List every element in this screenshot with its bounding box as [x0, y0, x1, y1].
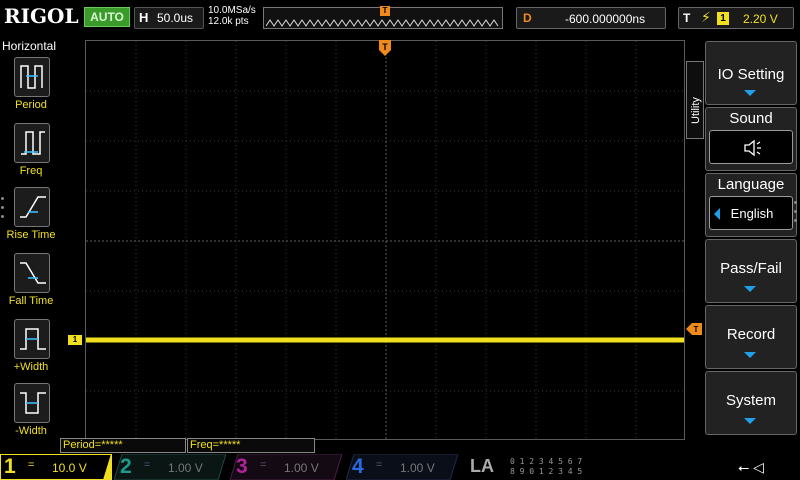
- menu-record[interactable]: Record: [705, 305, 797, 369]
- run-state-button[interactable]: AUTO: [84, 7, 130, 27]
- negative-width-icon: [14, 383, 50, 423]
- measure-positive-width[interactable]: +Width: [2, 319, 60, 383]
- measure-freq-label: Freq: [19, 165, 43, 177]
- ch1-scale: 10.0 V: [52, 461, 87, 475]
- ch4-number: 4: [352, 455, 364, 478]
- pass-fail-label: Pass/Fail: [720, 260, 782, 277]
- measure-period-label: Period: [15, 99, 47, 111]
- speaker-icon: [744, 139, 761, 157]
- language-label: Language: [717, 176, 785, 193]
- ch1-number: 1: [4, 455, 16, 478]
- chevron-down-icon: [744, 286, 756, 292]
- sound-toggle[interactable]: [709, 130, 793, 164]
- utility-tab[interactable]: Utility: [686, 61, 704, 139]
- chevron-down-icon: [744, 352, 756, 358]
- menu-pass-fail[interactable]: Pass/Fail: [705, 239, 797, 303]
- measurement-panel: Horizontal Period Freq Rise Time Fall Ti…: [0, 37, 62, 437]
- ch4-coupling: =: [376, 459, 383, 471]
- trigger-position-marker: T: [380, 6, 390, 16]
- memory-waveform-preview: [266, 19, 499, 27]
- graticule: [86, 41, 684, 439]
- ch3-number: 3: [236, 455, 248, 478]
- top-status-bar: RIGOL AUTO H 50.0us 10.0MSa/s 12.0k pts …: [0, 0, 800, 36]
- freq-result: Freq=*****: [187, 438, 315, 453]
- logic-channel-map: 0 1 2 3 4 5 6 7 8 9 0 1 2 3 4 5: [510, 457, 582, 477]
- ch4-status[interactable]: 4 = 1.00 V: [346, 454, 458, 480]
- svg-text:T: T: [382, 42, 388, 52]
- logic-row-1: 0 1 2 3 4 5 6 7: [510, 457, 583, 466]
- waveform-grid[interactable]: [85, 40, 685, 440]
- logic-analyzer-label[interactable]: LA: [470, 456, 510, 478]
- period-icon: [14, 57, 50, 97]
- delay-display[interactable]: D -600.000000ns: [516, 7, 666, 29]
- channel-status-bar: 1 = 10.0 V 2 = 1.00 V 3 = 1.00 V 4 = 1.0…: [0, 454, 800, 480]
- menu-page-dots: [794, 201, 797, 228]
- rising-edge-icon: ⚡: [701, 9, 711, 25]
- measure-rise-time[interactable]: Rise Time: [2, 187, 60, 251]
- chevron-down-icon: [744, 418, 756, 424]
- ch1-status[interactable]: 1 = 10.0 V: [0, 454, 112, 480]
- ch2-status[interactable]: 2 = 1.00 V: [114, 454, 226, 480]
- timebase-display[interactable]: H 50.0us: [134, 7, 204, 29]
- measure-rise-time-label: Rise Time: [6, 229, 56, 241]
- period-result: Period=*****: [60, 438, 186, 453]
- measure-positive-width-label: +Width: [13, 361, 49, 373]
- measure-period[interactable]: Period: [2, 57, 60, 121]
- menu-io-setting[interactable]: IO Setting: [705, 41, 797, 105]
- measurement-panel-title: Horizontal: [2, 39, 57, 53]
- measure-freq[interactable]: Freq: [2, 123, 60, 187]
- language-value: English: [730, 206, 774, 221]
- record-label: Record: [726, 326, 776, 343]
- menu-language[interactable]: Language English: [705, 173, 797, 237]
- freq-icon: [14, 123, 50, 163]
- utility-menu: Utility IO Setting Sound Language Englis…: [686, 37, 800, 437]
- measure-fall-time[interactable]: Fall Time: [2, 253, 60, 317]
- acquisition-info: 10.0MSa/s 12.0k pts: [208, 5, 256, 27]
- system-label: System: [725, 392, 776, 409]
- trigger-display[interactable]: T ⚡ 1 2.20 V: [678, 7, 794, 29]
- ch1-coupling: =: [28, 459, 35, 471]
- ch2-number: 2: [120, 455, 132, 478]
- timebase-value: 50.0us: [157, 11, 194, 25]
- ch2-scale: 1.00 V: [168, 461, 203, 475]
- fall-time-icon: [14, 253, 50, 293]
- ch4-scale: 1.00 V: [400, 461, 435, 475]
- sample-rate: 10.0MSa/s: [208, 5, 256, 16]
- menu-sound[interactable]: Sound: [705, 107, 797, 171]
- usb-icon: ⭠: [738, 459, 750, 475]
- status-icons: ⭠ ◁: [738, 459, 764, 476]
- ch1-offset-marker[interactable]: 1: [68, 335, 82, 345]
- trigger-source-badge: 1: [717, 12, 729, 25]
- sound-label: Sound: [729, 110, 773, 127]
- trigger-time-marker: T: [379, 40, 391, 56]
- measure-negative-width[interactable]: -Width: [2, 383, 60, 447]
- timebase-key: H: [139, 10, 149, 25]
- utility-tab-label: Utility: [690, 97, 702, 124]
- logic-row-2: 8 9 0 1 2 3 4 5: [510, 467, 583, 476]
- language-selector[interactable]: English: [709, 196, 793, 230]
- io-setting-label: IO Setting: [717, 66, 785, 83]
- ch3-coupling: =: [260, 459, 267, 471]
- trigger-key: T: [683, 11, 691, 25]
- measure-fall-time-label: Fall Time: [8, 295, 54, 307]
- brand-logo: RIGOL: [4, 4, 79, 28]
- delay-value: -600.000000ns: [565, 12, 646, 26]
- ch3-scale: 1.00 V: [284, 461, 319, 475]
- measure-negative-width-label: -Width: [15, 425, 47, 437]
- memory-depth: 12.0k pts: [208, 16, 249, 27]
- panel-page-dots: [1, 197, 4, 224]
- ch3-status[interactable]: 3 = 1.00 V: [230, 454, 342, 480]
- menu-system[interactable]: System: [705, 371, 797, 435]
- speaker-icon: ◁: [753, 459, 764, 475]
- chevron-down-icon: [744, 90, 756, 96]
- delay-key: D: [523, 11, 532, 25]
- positive-width-icon: [14, 319, 50, 359]
- memory-overview-strip: T: [263, 6, 503, 29]
- trigger-level: 2.20 V: [743, 12, 778, 26]
- ch2-coupling: =: [144, 459, 151, 471]
- rise-time-icon: [14, 187, 50, 227]
